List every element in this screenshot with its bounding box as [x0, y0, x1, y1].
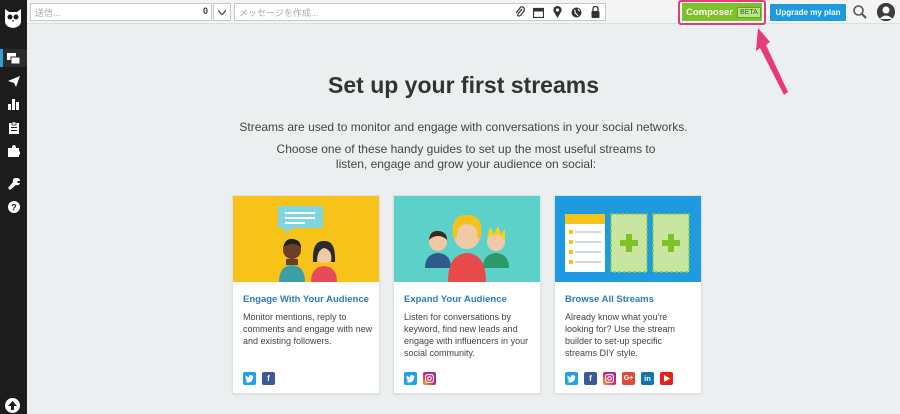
expand-illustration: [394, 196, 540, 282]
nav-analytics-icon[interactable]: [0, 95, 27, 113]
nav-help-icon[interactable]: ?: [0, 198, 27, 216]
beta-badge: BETA: [736, 6, 761, 18]
page-description: Streams are used to monitor and engage w…: [239, 120, 688, 134]
google-plus-icon: G+: [622, 372, 635, 385]
card-browse-streams[interactable]: Browse All Streams Already know what you…: [554, 195, 702, 394]
engage-illustration: [233, 196, 379, 282]
compose-message-input[interactable]: メッセージを作成...: [234, 3, 606, 21]
owl-logo-icon[interactable]: [3, 7, 23, 29]
card-title[interactable]: Engage With Your Audience: [243, 294, 369, 305]
svg-text:?: ?: [11, 203, 17, 213]
nav-streams-icon[interactable]: [0, 49, 27, 67]
instagram-icon: [423, 372, 436, 385]
scroll-up-icon[interactable]: [5, 398, 20, 413]
card-text: Already know what you're looking for? Us…: [565, 312, 676, 358]
twitter-icon: [404, 372, 417, 385]
card-text: Listen for conversations by keyword, fin…: [404, 312, 529, 358]
upgrade-plan-button[interactable]: Upgrade my plan: [770, 4, 846, 21]
instagram-icon: [603, 372, 616, 385]
facebook-icon: f: [584, 372, 597, 385]
network-icons: f G+ in: [565, 372, 673, 385]
network-icons: f: [243, 372, 275, 385]
search-icon[interactable]: [853, 5, 867, 19]
composer-button[interactable]: Composer BETA: [682, 3, 762, 21]
lock-icon[interactable]: [590, 6, 601, 18]
page-instruction: Choose one of these handy guides to set …: [276, 142, 656, 171]
browse-illustration: [555, 196, 701, 282]
send-to-placeholder: 送信...: [35, 7, 61, 18]
card-engage-audience[interactable]: Engage With Your Audience Monitor mentio…: [232, 195, 380, 394]
linkedin-icon: in: [641, 372, 654, 385]
calendar-icon[interactable]: [533, 6, 544, 18]
facebook-icon: f: [262, 372, 275, 385]
chevron-down-icon[interactable]: [213, 3, 231, 21]
page-title: Set up your first streams: [328, 72, 599, 98]
card-title[interactable]: Expand Your Audience: [404, 294, 507, 305]
nav-publisher-icon[interactable]: [0, 72, 27, 90]
twitter-icon: [243, 372, 256, 385]
compose-placeholder: メッセージを作成...: [239, 7, 319, 18]
user-avatar[interactable]: [877, 3, 895, 21]
card-title[interactable]: Browse All Streams: [565, 294, 654, 305]
nav-tools-icon[interactable]: [0, 175, 27, 193]
composer-label: Composer: [686, 6, 733, 18]
send-to-input[interactable]: 送信... 0: [30, 3, 212, 21]
twitter-icon: [565, 372, 578, 385]
left-nav: ?: [0, 0, 27, 414]
nav-assignments-icon[interactable]: [0, 119, 27, 137]
card-text: Monitor mentions, reply to comments and …: [243, 312, 373, 346]
nav-apps-icon[interactable]: [0, 142, 27, 160]
selected-profiles-count: 0: [202, 6, 208, 16]
location-pin-icon[interactable]: [552, 6, 563, 18]
network-icons: [404, 372, 436, 385]
youtube-icon: [660, 372, 673, 385]
globe-icon[interactable]: [571, 6, 582, 18]
card-expand-audience[interactable]: Expand Your Audience Listen for conversa…: [393, 195, 541, 394]
compose-tools: [514, 6, 601, 18]
attachment-icon[interactable]: [514, 6, 525, 18]
